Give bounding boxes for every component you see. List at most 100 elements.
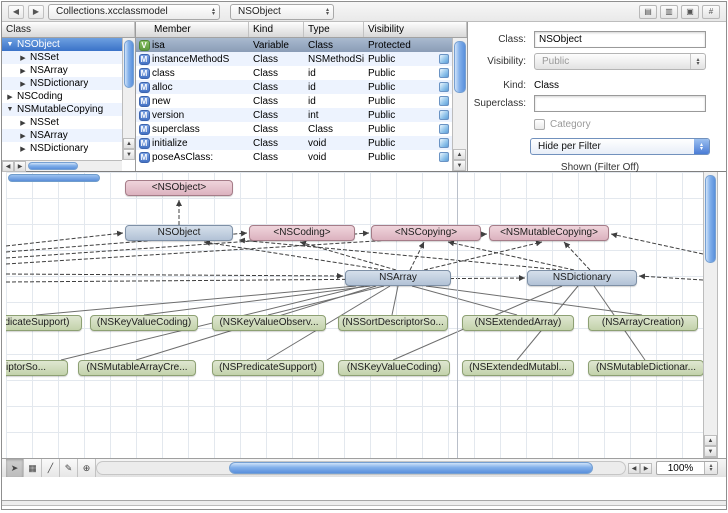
diagram-node[interactable]: NSDictionary [527,270,637,286]
diagram-node[interactable]: (NSKeyValueCoding) [90,315,198,331]
scroll-right-icon[interactable]: ▶ [14,161,26,172]
canvas-hscrollbar[interactable] [96,461,626,475]
canvas-top-scrollbar-thumb[interactable] [8,174,100,182]
diagram-node[interactable]: <NSCopying> [371,225,481,241]
type-column-header[interactable]: Type [304,22,364,37]
member-type: void [304,138,364,149]
diagram-node[interactable]: DescriptorSo... [6,360,68,376]
framework-icon [439,96,449,106]
class-column-header[interactable]: Class [2,22,135,37]
diagram-canvas[interactable]: <NSObject> NSObject <NSCoding> <NSCopying> <… [6,172,703,458]
category-checkbox[interactable] [534,119,545,130]
member-row[interactable]: MversionClassintPublic [136,108,452,122]
member-table-vscrollbar[interactable]: ▲ ▼ [452,38,467,171]
disclosure-triangle-icon[interactable]: ▶ [19,80,27,88]
canvas-hscroll-thumb[interactable] [229,462,593,474]
member-row[interactable]: MnewClassidPublic [136,94,452,108]
diagram-node[interactable]: NSObject [125,225,233,241]
member-row[interactable]: MinitializeClassvoidPublic [136,136,452,150]
class-tree-item[interactable]: ▶NSDictionary [2,77,122,90]
class-list-hscrollbar[interactable]: ◀ ▶ [2,160,122,171]
class-popup[interactable]: NSObject [230,4,334,20]
grid-tool-button[interactable]: ▦ [24,459,42,477]
visibility-popup[interactable]: Public [534,53,706,70]
class-tree-item[interactable]: ▶NSSet [2,116,122,129]
disclosure-triangle-icon[interactable]: ▶ [19,54,27,62]
scroll-right-icon[interactable]: ▶ [640,463,652,474]
member-kind: Class [249,124,304,135]
line-tool-button[interactable]: ╱ [42,459,60,477]
class-field[interactable]: NSObject [534,31,706,48]
diagram-node[interactable]: (NSExtendedMutabl... [462,360,574,376]
disclosure-triangle-icon[interactable]: ▶ [6,93,14,101]
disclosure-triangle-icon[interactable]: ▶ [19,132,27,140]
member-type: id [304,68,364,79]
disclosure-triangle-icon[interactable]: ▼ [6,41,14,48]
canvas-vscroll-thumb[interactable] [705,175,716,263]
kind-column-header[interactable]: Kind [249,22,304,37]
diagram-node[interactable]: (NSKeyValueCoding) [338,360,450,376]
filter-popup[interactable]: Hide per Filter [530,138,710,155]
pointer-tool-button[interactable]: ➤ [6,459,24,477]
diagram-node[interactable]: (NSMutableArrayCre... [78,360,196,376]
scroll-up-icon[interactable]: ▲ [123,138,135,149]
class-tree-item[interactable]: ▼NSObject [2,38,122,51]
diagram-node[interactable]: (NSPredicateSupport) [212,360,324,376]
scroll-up-icon[interactable]: ▲ [453,149,466,160]
disclosure-triangle-icon[interactable]: ▶ [19,67,27,75]
diagram-node[interactable]: (NSMutableDictionar... [588,360,703,376]
diagram-node[interactable]: <NSObject> [125,180,233,196]
diagram-node[interactable]: NSArray [345,270,451,286]
scroll-down-icon[interactable]: ▼ [123,149,135,160]
member-row[interactable]: MsuperclassClassClassPublic [136,122,452,136]
member-row[interactable]: MinstanceMethodSClassNSMethodSiPublic [136,52,452,66]
class-tree-item[interactable]: ▶NSCoding [2,90,122,103]
member-visibility: Public [364,138,439,149]
scroll-left-icon[interactable]: ◀ [2,161,14,172]
class-tree-item[interactable]: ▶NSDictionary [2,142,122,155]
forward-button[interactable]: ▶ [28,5,44,19]
class-tree-item[interactable]: ▶NSArray [2,64,122,77]
scroll-down-icon[interactable]: ▼ [453,160,466,171]
member-column-header[interactable]: Member [136,22,249,37]
diagram-node[interactable]: <NSCoding> [249,225,355,241]
pencil-tool-button[interactable]: ✎ [60,459,78,477]
class-tree-item[interactable]: ▶NSArray [2,129,122,142]
disclosure-triangle-icon[interactable]: ▼ [6,106,14,113]
disclosure-triangle-icon[interactable]: ▶ [19,145,27,153]
member-table-vscroll-thumb[interactable] [454,41,466,93]
member-row[interactable]: MposeAsClass:ClassvoidPublic [136,150,452,164]
scroll-down-icon[interactable]: ▼ [704,446,717,457]
hash-icon-button[interactable]: # [702,5,720,19]
filled-square-icon-button[interactable]: ▣ [681,5,699,19]
member-row[interactable]: VisaVariableClassProtected [136,38,452,52]
zoom-tool-button[interactable]: ⊕ [78,459,96,477]
file-popup[interactable]: Collections.xcclassmodel [48,4,220,20]
member-row[interactable]: MclassClassidPublic [136,66,452,80]
zoom-control[interactable]: 100% [656,461,718,475]
diagram-node[interactable]: <NSMutableCopying> [489,225,609,241]
visibility-column-header[interactable]: Visibility [364,22,467,37]
canvas-vscrollbar[interactable]: ▲ ▼ [703,172,718,458]
zoom-stepper[interactable] [704,462,717,474]
columns-icon-button[interactable]: ▥ [660,5,678,19]
diagram-node[interactable]: (NSExtendedArray) [462,315,574,331]
superclass-field[interactable] [534,95,706,112]
class-list-hscroll-thumb[interactable] [28,162,78,170]
member-name: poseAsClass: [152,152,249,163]
back-button[interactable]: ◀ [8,5,24,19]
class-tree-item[interactable]: ▶NSSet [2,51,122,64]
scroll-left-icon[interactable]: ◀ [628,463,640,474]
diagram-node[interactable]: (NSArrayCreation) [588,315,698,331]
scroll-up-icon[interactable]: ▲ [704,435,717,446]
rows-icon-button[interactable]: ▤ [639,5,657,19]
class-list-vscroll-thumb[interactable] [124,40,134,88]
diagram-node[interactable]: dicateSupport) [6,315,82,331]
member-type: NSMethodSi [304,54,364,65]
class-list-vscrollbar[interactable]: ▲ ▼ [122,38,135,160]
disclosure-triangle-icon[interactable]: ▶ [19,119,27,127]
member-row[interactable]: MallocClassidPublic [136,80,452,94]
diagram-node[interactable]: (NSKeyValueObserv... [212,315,326,331]
class-tree-item[interactable]: ▼NSMutableCopying [2,103,122,116]
diagram-node[interactable]: (NSSortDescriptorSo... [338,315,448,331]
